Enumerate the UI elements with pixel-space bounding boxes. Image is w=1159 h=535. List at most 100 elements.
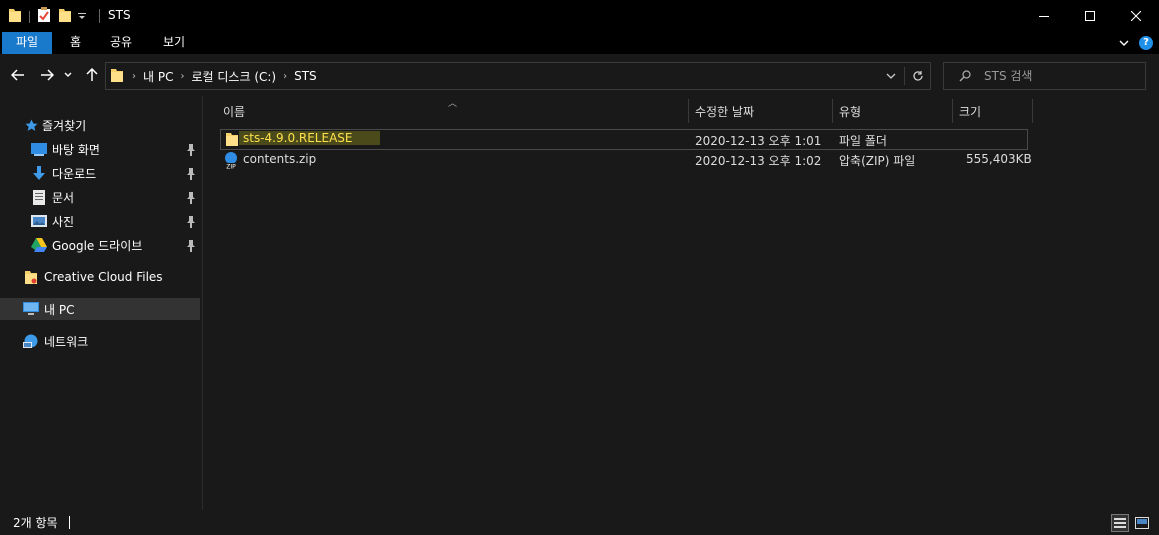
folder-icon[interactable] [8, 7, 22, 26]
column-header-type[interactable]: 유형 [839, 99, 861, 123]
column-divider[interactable] [1032, 99, 1033, 123]
up-arrow-icon [86, 68, 98, 81]
folder-icon [225, 131, 239, 150]
maximize-icon [1085, 11, 1095, 21]
nav-this-pc[interactable]: 내 PC [0, 298, 200, 320]
column-divider[interactable] [832, 99, 833, 123]
item-count: 2개 항목 [13, 516, 58, 530]
nav-google-drive[interactable]: Google 드라이브 [30, 234, 142, 256]
google-drive-icon [30, 237, 48, 253]
nav-documents[interactable]: 문서 [30, 186, 74, 208]
details-view-icon [1114, 518, 1126, 528]
expand-ribbon-icon[interactable] [1119, 36, 1129, 50]
zip-icon: ZIP [223, 152, 239, 172]
desktop-icon [30, 141, 48, 157]
back-arrow-icon [11, 69, 24, 81]
breadcrumb-separator-icon[interactable]: › [283, 71, 287, 82]
breadcrumb-sts[interactable]: STS [294, 69, 317, 83]
pane-divider[interactable] [202, 96, 203, 510]
file-name: contents.zip [243, 152, 317, 166]
file-list: ︿ 이름 수정한 날짜 유형 크기 sts-4.9.0.RELEASE 2020… [204, 96, 1159, 510]
search-input[interactable] [984, 67, 1134, 85]
breadcrumb-separator-icon[interactable]: › [180, 71, 184, 82]
new-folder-icon[interactable] [58, 7, 72, 26]
sort-ascending-icon: ︿ [448, 99, 458, 109]
folder-icon [110, 67, 124, 86]
chevron-down-icon [64, 72, 72, 77]
star-icon [24, 117, 38, 133]
nav-label: 내 PC [44, 302, 75, 317]
column-header-size[interactable]: 크기 [959, 99, 981, 123]
nav-desktop[interactable]: 바탕 화면 [30, 138, 100, 160]
file-type: 압축(ZIP) 파일 [839, 154, 916, 168]
file-modified: 2020-12-13 오후 1:02 [695, 154, 822, 168]
quick-access-toolbar [8, 7, 86, 26]
documents-icon [30, 189, 48, 205]
pin-icon[interactable] [186, 144, 196, 156]
download-icon [30, 165, 48, 181]
breadcrumb-separator-icon[interactable]: › [132, 71, 136, 82]
title-bar: STS [0, 0, 1159, 32]
pin-icon[interactable] [186, 240, 196, 252]
tab-view[interactable]: 보기 [151, 32, 197, 54]
ribbon-tabs: 파일 홈 공유 보기 ? [0, 32, 1159, 54]
customize-toolbar-icon[interactable] [78, 10, 86, 24]
nav-pictures[interactable]: 사진 [30, 210, 74, 232]
table-row[interactable]: ZIP contents.zip 2020-12-13 오후 1:02 압축(Z… [220, 150, 1032, 172]
nav-downloads[interactable]: 다운로드 [30, 162, 96, 184]
large-icons-view-button[interactable] [1133, 514, 1151, 532]
nav-network[interactable]: 네트워크 [22, 330, 88, 352]
computer-icon [22, 301, 40, 317]
file-size: 555,403KB [966, 152, 1032, 166]
pin-icon[interactable] [186, 192, 196, 204]
column-divider[interactable] [952, 99, 953, 123]
refresh-button[interactable] [906, 63, 930, 89]
properties-icon[interactable] [37, 7, 51, 26]
pin-icon[interactable] [186, 168, 196, 180]
navigation-pane: 즐겨찾기 바탕 화면 다운로드 문서 사진 Google 드라이브 Creati… [0, 96, 204, 510]
status-divider [69, 516, 70, 529]
nav-label: 바탕 화면 [52, 142, 100, 157]
details-view-button[interactable] [1111, 514, 1129, 532]
search-icon [959, 70, 971, 82]
column-divider[interactable] [688, 99, 689, 123]
tab-home[interactable]: 홈 [58, 32, 93, 54]
svg-text:ZIP: ZIP [226, 164, 236, 170]
address-dropdown-button[interactable] [879, 63, 903, 89]
close-icon [1131, 11, 1141, 21]
close-button[interactable] [1113, 0, 1159, 32]
nav-label: Creative Cloud Files [44, 270, 163, 284]
nav-label: 문서 [52, 190, 75, 205]
up-button[interactable] [83, 66, 101, 84]
maximize-button[interactable] [1067, 0, 1113, 32]
table-row[interactable]: sts-4.9.0.RELEASE 2020-12-13 오후 1:01 파일 … [220, 129, 1028, 150]
pin-icon[interactable] [186, 216, 196, 228]
forward-button[interactable] [38, 66, 56, 84]
nav-creative-cloud-files[interactable]: Creative Cloud Files [22, 266, 163, 288]
nav-label: 다운로드 [52, 166, 97, 181]
minimize-button[interactable] [1021, 0, 1067, 32]
column-header-name[interactable]: 이름 [223, 99, 245, 123]
column-header-modified[interactable]: 수정한 날짜 [695, 99, 754, 123]
nav-label: 사진 [52, 214, 75, 229]
window-title: STS [108, 8, 131, 22]
address-bar[interactable]: › 내 PC › 로컬 디스크 (C:) › STS [105, 62, 931, 90]
file-name: sts-4.9.0.RELEASE [239, 131, 381, 145]
tab-share[interactable]: 공유 [98, 32, 144, 54]
large-icons-view-icon [1135, 517, 1149, 529]
breadcrumb-this-pc[interactable]: 내 PC [143, 68, 173, 85]
nav-label: Google 드라이브 [52, 238, 143, 253]
search-box[interactable] [943, 62, 1146, 90]
tab-file[interactable]: 파일 [2, 32, 52, 54]
back-button[interactable] [9, 66, 27, 84]
file-modified: 2020-12-13 오후 1:01 [695, 134, 822, 148]
nav-label: 네트워크 [44, 334, 89, 349]
refresh-icon [913, 71, 923, 81]
file-type: 파일 폴더 [839, 134, 887, 148]
chevron-down-icon [886, 73, 896, 79]
help-icon[interactable]: ? [1139, 36, 1153, 50]
recent-locations-button[interactable] [62, 66, 74, 84]
nav-quick-access[interactable]: 즐겨찾기 [24, 114, 86, 136]
network-icon [22, 333, 40, 349]
breadcrumb-local-disk[interactable]: 로컬 디스크 (C:) [191, 68, 276, 85]
